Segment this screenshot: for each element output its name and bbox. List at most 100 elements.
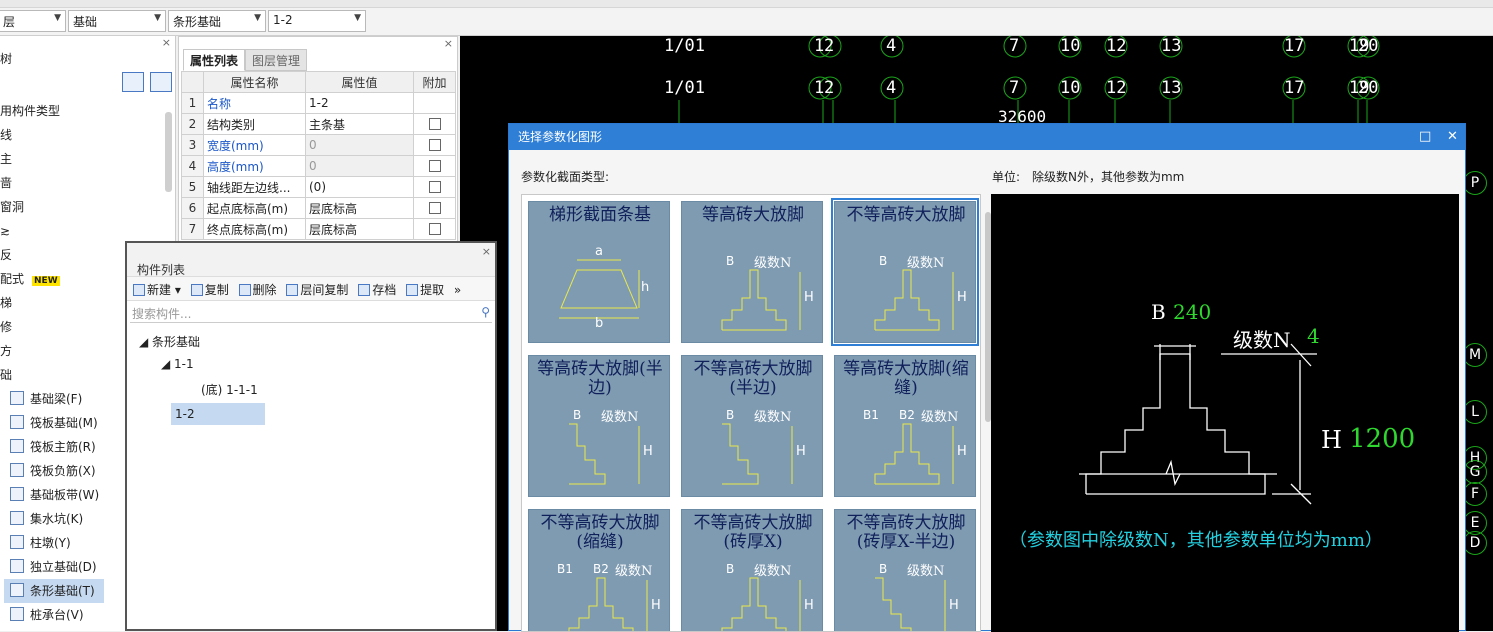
copy-button-label: 复制 — [204, 283, 229, 297]
copy-button[interactable]: 复制 — [190, 281, 229, 298]
shape-title: 等高砖大放脚(半边) — [537, 359, 663, 398]
table-row[interactable]: 4 高度(mm) 0 — [181, 155, 456, 177]
copy-icon — [190, 284, 203, 296]
close-icon[interactable]: × — [162, 36, 171, 49]
beam-icon — [10, 391, 24, 405]
floor-select[interactable]: 层 ▼ — [0, 10, 66, 32]
property-name: 轴线距左边线... — [203, 176, 306, 198]
tree-item-label: 主 — [0, 152, 13, 166]
component-search-input[interactable]: 搜索构件... ⚲ — [130, 303, 492, 323]
element-select[interactable]: 1-2 ▼ — [268, 10, 366, 32]
tree-panel-header: × — [0, 36, 175, 50]
comp-tree-child[interactable]: ◢ 1-1 — [161, 357, 194, 371]
unit-text: 除级数N外，其他参数为mm — [1032, 170, 1185, 184]
attach-checkbox[interactable] — [428, 160, 441, 172]
attach-checkbox[interactable] — [428, 139, 441, 151]
table-header[interactable]: 附加 — [413, 71, 456, 93]
archive-button[interactable]: 存档 — [358, 281, 396, 298]
extract-button[interactable]: 提取 — [406, 281, 444, 298]
attach-checkbox[interactable] — [428, 202, 441, 214]
tree-scrollbar[interactable] — [165, 112, 172, 192]
tree-item[interactable]: ≳ — [0, 219, 168, 243]
property-name: 起点底标高(m) — [203, 197, 306, 219]
maximize-icon[interactable]: □ — [1419, 124, 1431, 150]
rebar-neg-icon — [10, 463, 24, 477]
detail-view-icon[interactable] — [150, 72, 172, 92]
preview-note: （参数图中除级数N，其他参数单位均为mm） — [1009, 530, 1383, 551]
property-value[interactable]: 0 — [305, 134, 414, 156]
attach-checkbox[interactable] — [428, 223, 441, 235]
table-row[interactable]: 2 结构类别 主条基 — [181, 113, 456, 135]
mark-h: H — [804, 598, 814, 613]
tree-item[interactable]: 窗洞 — [0, 195, 168, 219]
table-row[interactable]: 6 起点底标高(m) 层底标高 — [181, 197, 456, 219]
list-view-icon[interactable] — [122, 72, 144, 92]
type-select[interactable]: 条形基础 ▼ — [168, 10, 266, 32]
axis-label: 12 — [1106, 78, 1127, 98]
tree-item-label: 筏板负筋(X) — [30, 464, 96, 478]
attach-checkbox[interactable] — [428, 118, 441, 130]
attach-cell — [413, 197, 456, 219]
chevron-down-icon: ▼ — [354, 13, 361, 23]
comp-tree-leaf[interactable]: (底) 1-1-1 — [201, 381, 258, 398]
attach-checkbox[interactable] — [428, 181, 441, 193]
table-row[interactable]: 3 宽度(mm) 0 — [181, 134, 456, 156]
tree-item[interactable]: 条形基础(T) — [4, 579, 104, 603]
shape-grid: a b h 梯形截面条基 B 级数N H 等高砖大放脚 B 级数N H 不等高砖大放脚 B 级数N H 等高砖… — [521, 194, 981, 632]
category-select[interactable]: 基础 ▼ — [68, 10, 166, 32]
delete-button[interactable]: 删除 — [238, 281, 277, 298]
shape-option[interactable]: B 级数N H 等高砖大放脚(半边) — [528, 355, 670, 497]
property-value[interactable]: 层底标高 — [305, 218, 414, 240]
table-corner — [181, 71, 204, 93]
axis-label: 2 — [824, 36, 835, 56]
tab-layer-manage[interactable]: 图层管理 — [245, 49, 308, 71]
new-button-label: 新建 — [147, 283, 172, 297]
row-number: 7 — [181, 218, 204, 240]
shape-option[interactable]: B 级数N H 不等高砖大放脚 — [831, 198, 979, 346]
property-value[interactable]: 1-2 — [305, 92, 414, 114]
mark-n: 级数N — [601, 410, 639, 425]
close-icon[interactable]: × — [444, 37, 453, 50]
table-row[interactable]: 1 名称 1-2 — [181, 92, 456, 114]
tree-item[interactable]: 啬 — [0, 171, 168, 195]
shape-option[interactable]: B 级数N H 等高砖大放脚 — [681, 201, 823, 343]
table-header[interactable]: 属性名称 — [203, 71, 306, 93]
shape-option[interactable]: B 级数N H 不等高砖大放脚(砖厚X-半边) — [834, 509, 976, 631]
shape-option[interactable]: B1 B2 级数N H 不等高砖大放脚(缩缝) — [528, 509, 670, 631]
table-header[interactable]: 属性值 — [305, 71, 414, 93]
mark-h: H — [796, 444, 806, 459]
tree-item[interactable]: 用构件类型 — [0, 99, 168, 123]
tab-property-list[interactable]: 属性列表 — [183, 49, 246, 71]
shape-option[interactable]: a b h 梯形截面条基 — [528, 201, 670, 343]
shape-option[interactable]: B1 B2 级数N H 等高砖大放脚(缩缝) — [834, 355, 976, 497]
comp-tree-root[interactable]: ◢ 条形基础 — [139, 333, 200, 350]
shape-option[interactable]: B 级数N H 不等高砖大放脚(半边) — [681, 355, 823, 497]
new-button[interactable]: 新建 ▾ — [133, 281, 181, 298]
close-icon[interactable]: ✕ — [1447, 124, 1458, 150]
property-value[interactable]: 层底标高 — [305, 197, 414, 219]
close-icon[interactable]: × — [482, 245, 491, 258]
row-number: 6 — [181, 197, 204, 219]
more-icon[interactable]: » — [454, 283, 461, 297]
property-name: 高度(mm) — [203, 155, 306, 177]
attach-cell — [413, 218, 456, 240]
axis-label-right: G — [1463, 460, 1487, 484]
preview-n-value: 4 — [1307, 324, 1320, 348]
tree-item[interactable]: 线 — [0, 123, 168, 147]
property-value[interactable]: 0 — [305, 155, 414, 177]
search-icon[interactable]: ⚲ — [481, 305, 490, 319]
mark-h: H — [957, 444, 967, 459]
floor-copy-button[interactable]: 层间复制 — [286, 281, 348, 298]
raft-icon — [10, 415, 24, 429]
property-value[interactable]: (0) — [305, 176, 414, 198]
element-select-value: 1-2 — [273, 13, 293, 27]
table-row[interactable]: 5 轴线距左边线... (0) — [181, 176, 456, 198]
archive-button-label: 存档 — [372, 283, 397, 297]
property-value[interactable]: 主条基 — [305, 113, 414, 135]
comp-tree-selected[interactable]: 1-2 — [171, 403, 265, 425]
tree-item[interactable]: 主 — [0, 147, 168, 171]
table-row[interactable]: 7 终点底标高(m) 层底标高 — [181, 218, 456, 240]
shape-option[interactable]: B 级数N H 不等高砖大放脚(砖厚X) — [681, 509, 823, 631]
preview-n-label: 级数N — [1233, 328, 1291, 352]
attach-cell — [413, 113, 456, 135]
